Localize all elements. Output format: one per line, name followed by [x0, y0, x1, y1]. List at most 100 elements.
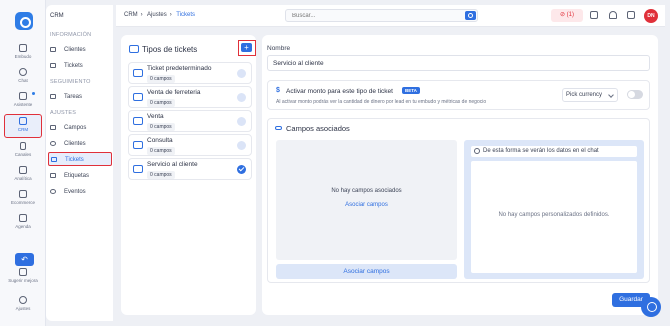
ticket-type-icon: [133, 69, 143, 77]
ticket-type-item[interactable]: Venta de ferreteria 0 campos: [128, 86, 252, 108]
funnel-icon: [19, 44, 27, 52]
calendar-icon: [19, 214, 27, 222]
ticket-types-panel: Tipos de tickets + Ticket predeterminado…: [121, 35, 256, 315]
submenu-item-ajustes-tickets[interactable]: Tickets: [48, 152, 112, 166]
empty-fields-text: No hay campos asociados: [331, 188, 402, 194]
breadcrumb-tickets: Tickets: [176, 12, 196, 18]
rail-item-agenda[interactable]: Agenda: [4, 212, 42, 236]
selected-check-icon[interactable]: [237, 165, 246, 174]
gear-icon: [19, 296, 27, 304]
no-custom-fields-text: No hay campos personalizados definidos.: [498, 212, 610, 218]
chat-bubble-icon[interactable]: [641, 297, 661, 317]
crm-submenu: CRM Información Clientes Tickets Seguimi…: [46, 5, 113, 321]
associate-fields-button[interactable]: Asociar campos: [276, 264, 457, 279]
add-ticket-type-highlight: +: [238, 40, 256, 56]
submenu-title: CRM: [50, 13, 64, 19]
crm-icon: [19, 117, 27, 125]
rail-item-canales[interactable]: Canales: [4, 140, 42, 164]
ticket-type-icon: [133, 93, 143, 101]
chat-preview-body: No hay campos personalizados definidos.: [471, 161, 637, 273]
app-logo[interactable]: [15, 12, 33, 30]
submenu-item-tareas[interactable]: Tareas: [48, 90, 112, 104]
phone-icon: [20, 142, 26, 150]
notification-dot: [32, 92, 35, 95]
ticket-type-detail-panel: Nombre $ Activar monto para este tipo de…: [262, 35, 658, 315]
undo-button[interactable]: ↶: [15, 253, 34, 266]
ticket-type-item[interactable]: Ticket predeterminado 0 campos: [128, 62, 252, 84]
breadcrumb: CRM › Ajustes › Tickets: [124, 12, 196, 18]
bulb-icon: [19, 268, 27, 276]
ticket-type-icon: [129, 45, 139, 53]
breadcrumb-crm[interactable]: CRM: [124, 12, 138, 18]
submenu-item-tickets[interactable]: Tickets: [48, 59, 112, 73]
associated-fields-title: Campos asociados: [286, 124, 350, 133]
amount-settings: $ Activar monto para este tipo de ticket…: [267, 80, 650, 110]
amount-description: Al activar monto podrás ver la cantidad …: [276, 99, 487, 105]
top-bar: CRM› Ajustes› Tickets ⊘ (1) DN: [116, 5, 665, 27]
ticket-type-icon: [133, 165, 143, 173]
download-icon[interactable]: [590, 11, 598, 19]
main-nav-rail: Embudo Chat Asistente CRM Canales Analít…: [0, 0, 46, 326]
submenu-item-clientes[interactable]: Clientes: [48, 43, 112, 57]
dollar-icon: $: [276, 87, 280, 94]
beta-badge: BETA: [402, 87, 420, 94]
ticket-type-icon: [133, 117, 143, 125]
user-icon: [50, 141, 56, 146]
select-radio[interactable]: [237, 141, 246, 150]
rail-item-asistente[interactable]: Asistente: [4, 90, 42, 114]
add-ticket-type-button[interactable]: +: [241, 43, 252, 52]
rail-item-ajustes[interactable]: Ajustes: [4, 294, 42, 318]
select-radio[interactable]: [237, 69, 246, 78]
submenu-item-etiquetas[interactable]: Etiquetas: [48, 169, 112, 183]
select-radio[interactable]: [237, 93, 246, 102]
clients-icon: [50, 47, 56, 52]
breadcrumb-ajustes[interactable]: Ajustes: [147, 12, 167, 18]
search-icon[interactable]: [465, 11, 476, 20]
amount-toggle[interactable]: [627, 90, 643, 99]
tag-icon: [50, 173, 56, 178]
name-field[interactable]: [267, 55, 650, 71]
currency-select[interactable]: Pick currency: [562, 88, 618, 102]
empty-fields-state: No hay campos asociados Asociar campos: [276, 140, 457, 260]
ticket-type-item[interactable]: Venta 0 campos: [128, 110, 252, 132]
cart-icon: [19, 190, 27, 198]
section-ajustes: Ajustes: [50, 110, 77, 116]
ticket-types-title: Tipos de tickets: [142, 45, 198, 54]
ticket-type-item-selected[interactable]: Servicio al cliente 0 campos: [128, 158, 252, 180]
search-input[interactable]: [292, 11, 462, 21]
ticket-icon: [51, 157, 57, 162]
submenu-item-campos[interactable]: Campos: [48, 121, 112, 135]
rail-item-crm[interactable]: CRM: [4, 114, 42, 138]
link-icon: [275, 126, 282, 130]
layout-icon[interactable]: [627, 11, 635, 19]
select-radio[interactable]: [237, 117, 246, 126]
rail-item-ecommerce[interactable]: Ecommerce: [4, 188, 42, 212]
ticket-icon: [50, 63, 56, 68]
submenu-item-eventos[interactable]: Eventos: [48, 185, 112, 199]
ticket-type-item[interactable]: Consulta 0 campos: [128, 134, 252, 156]
rail-item-embudo[interactable]: Embudo: [4, 42, 42, 66]
search-box: [285, 9, 478, 22]
info-icon: [474, 148, 480, 154]
alerts-button[interactable]: ⊘ (1): [551, 9, 583, 22]
bell-icon[interactable]: [609, 11, 617, 19]
tasks-icon: [50, 94, 56, 99]
events-icon: [50, 189, 56, 194]
ticket-type-icon: [133, 141, 143, 149]
assistant-icon: [19, 92, 27, 100]
section-seguimiento: Seguimiento: [50, 79, 91, 85]
name-label: Nombre: [267, 45, 291, 52]
amount-title: Activar monto para este tipo de ticket: [286, 88, 393, 95]
chart-icon: [19, 166, 27, 174]
chat-preview: De esta forma se verán los datos en el c…: [464, 140, 644, 279]
chat-icon: [19, 68, 27, 76]
rail-item-analitica[interactable]: Analítica: [4, 164, 42, 188]
submenu-item-ajustes-clientes[interactable]: Clientes: [48, 137, 112, 151]
associate-fields-link[interactable]: Asociar campos: [276, 202, 457, 208]
fields-icon: [50, 125, 56, 130]
avatar[interactable]: DN: [644, 9, 658, 23]
rail-item-sugerir-mejora[interactable]: Sugerir mejora: [4, 266, 42, 290]
associated-fields-section: Campos asociados No hay campos asociados…: [267, 118, 650, 283]
rail-item-chat[interactable]: Chat: [4, 66, 42, 90]
section-informacion: Información: [50, 32, 92, 38]
